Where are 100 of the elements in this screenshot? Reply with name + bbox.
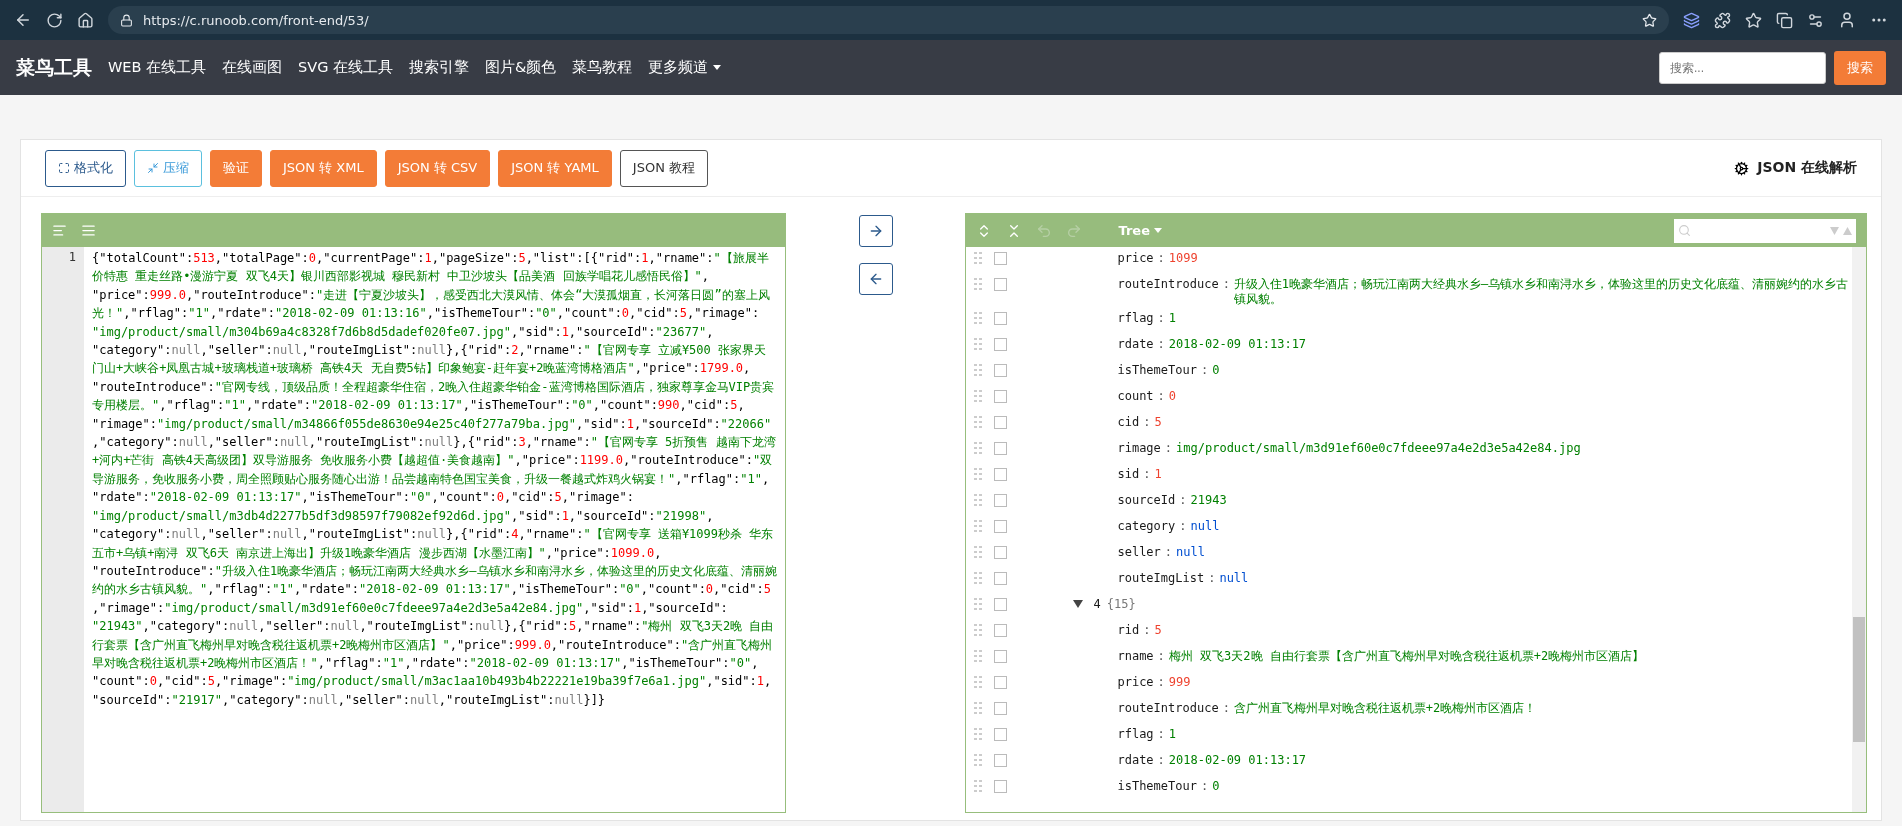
- address-bar[interactable]: https://c.runoob.com/front-end/53/: [108, 6, 1669, 34]
- drag-handle-icon[interactable]: [974, 780, 983, 792]
- nav-link[interactable]: 在线画图: [222, 58, 283, 77]
- context-menu-icon[interactable]: [994, 676, 1008, 689]
- tree-key: price: [1117, 675, 1154, 690]
- drag-handle-icon[interactable]: [974, 676, 983, 688]
- context-menu-icon[interactable]: [994, 598, 1008, 611]
- tree-value: 1: [1168, 727, 1177, 742]
- url-text: https://c.runoob.com/front-end/53/: [143, 12, 369, 28]
- tree-value: null: [1176, 545, 1205, 560]
- tree-value: 0: [1212, 779, 1220, 794]
- tree-value: 梅州 双飞3天2晚 自由行套票【含广州直飞梅州早对晚含税往返机票+2晚梅州市区酒店】: [1168, 649, 1645, 664]
- expand-triangle-icon[interactable]: [1073, 599, 1084, 609]
- drag-handle-icon[interactable]: [974, 520, 983, 532]
- drag-handle-icon[interactable]: [974, 364, 983, 376]
- extension-icon[interactable]: [1683, 11, 1700, 29]
- context-menu-icon[interactable]: [994, 546, 1008, 559]
- drag-handle-icon[interactable]: [974, 650, 983, 662]
- collections-icon[interactable]: [1776, 11, 1793, 29]
- favorite-icon[interactable]: [1642, 12, 1657, 28]
- drag-handle-icon[interactable]: [974, 312, 983, 324]
- context-menu-icon[interactable]: [994, 252, 1008, 265]
- profile-icon[interactable]: [1838, 11, 1856, 29]
- caret-icon: [1153, 228, 1162, 233]
- tree-key: routeImgList: [1117, 571, 1205, 586]
- key-separator: :: [1164, 441, 1173, 456]
- nav-link[interactable]: 菜鸟教程: [572, 58, 633, 77]
- tree-value: 0: [1168, 389, 1177, 404]
- tree-value: null: [1219, 571, 1249, 586]
- tree-key: rflag: [1117, 727, 1154, 742]
- drag-handle-icon[interactable]: [974, 598, 983, 610]
- drag-handle-icon[interactable]: [974, 416, 983, 428]
- context-menu-icon[interactable]: [994, 728, 1008, 741]
- back-icon[interactable]: [14, 11, 32, 29]
- context-menu-icon[interactable]: [994, 278, 1008, 291]
- scrollbar[interactable]: [1852, 247, 1866, 812]
- search-field[interactable]: 搜索...: [1659, 51, 1826, 84]
- tree-value: 2018-02-09 01:13:17: [1168, 753, 1307, 768]
- context-menu-icon[interactable]: [994, 780, 1008, 793]
- up-down-arrows-icon[interactable]: [1830, 226, 1852, 235]
- drag-handle-icon[interactable]: [974, 754, 983, 766]
- context-menu-icon[interactable]: [994, 650, 1008, 663]
- key-separator: :: [1200, 363, 1209, 378]
- context-menu-icon[interactable]: [994, 572, 1008, 585]
- context-menu-icon[interactable]: [994, 754, 1008, 767]
- redo-icon[interactable]: [1066, 222, 1083, 239]
- toolbar-button[interactable]: 格式化: [45, 149, 126, 187]
- site-logo[interactable]: 菜鸟工具: [16, 54, 92, 81]
- drag-handle-icon[interactable]: [974, 702, 983, 714]
- favorites-icon[interactable]: [1745, 11, 1762, 29]
- nav-link[interactable]: WEB 在线工具: [108, 58, 207, 77]
- key-separator: :: [1157, 727, 1165, 742]
- context-menu-icon[interactable]: [994, 312, 1008, 325]
- key-separator: :: [1157, 753, 1165, 768]
- context-menu-icon[interactable]: [994, 390, 1008, 403]
- refresh-icon[interactable]: [46, 11, 63, 29]
- compact-icon[interactable]: [81, 223, 96, 238]
- context-menu-icon[interactable]: [994, 442, 1008, 455]
- context-menu-icon[interactable]: [994, 702, 1008, 715]
- caret-icon: [713, 65, 722, 70]
- key-separator: :: [1200, 779, 1209, 794]
- drag-handle-icon[interactable]: [974, 468, 983, 480]
- tree-key: seller: [1117, 545, 1161, 560]
- drag-handle-icon[interactable]: [974, 546, 983, 558]
- drag-handle-icon[interactable]: [974, 728, 983, 740]
- nav-link[interactable]: SVG 在线工具: [298, 58, 394, 77]
- context-menu-icon[interactable]: [994, 624, 1008, 637]
- drag-handle-icon[interactable]: [974, 338, 983, 350]
- drag-handle-icon[interactable]: [974, 390, 983, 402]
- home-icon[interactable]: [77, 11, 94, 29]
- nav-link[interactable]: 图片&颜色: [485, 58, 557, 77]
- drag-handle-icon[interactable]: [974, 494, 983, 506]
- context-menu-icon[interactable]: [994, 520, 1008, 533]
- drag-handle-icon[interactable]: [974, 572, 983, 584]
- puzzle-icon[interactable]: [1714, 11, 1731, 29]
- context-menu-icon[interactable]: [994, 416, 1008, 429]
- copy-left-button[interactable]: [858, 263, 893, 295]
- tree-key: rflag: [1117, 311, 1154, 326]
- tree-value: 2018-02-09 01:13:17: [1168, 337, 1307, 352]
- context-menu-icon[interactable]: [994, 338, 1008, 351]
- sliders-icon[interactable]: [1807, 11, 1824, 29]
- code-text[interactable]: {"totalCount":513,"totalPage":0,"currentPage":1,"pageSize":5,"list":[{"rid":1,"rname":"【旅展半价特惠 重走丝路•漫游宁夏 双飞4天】银川西部影视城 穆民新村 中卫沙坡头【品美酒 回族学唱花儿感悟民俗】","price":999.0,"routeIntroduce":"走进【宁夏沙坡头】，感受西北大漠风情、体会“大漠孤烟直，长河落日圆”的塞上风光！","rflag":"1","rdate":"2018-02-09 01:13:16","isThemeTour":"0","count":0,"cid":5,"rimage":"img/product/small/m304b69a4c8328f7d6b8d5dadef020fe07.jpg","sid":1,"sourceId":"23677","category":null,"seller":null,"routeImgList":null},{"rid":2,"rname":"【官网专享 立减¥500 张家界天门山+大峡谷+凤凰古城+玻璃栈道+玻璃桥 高铁4天 无自费5钻】印象鲍宴-赶年宴+2晚蓝湾博格酒店","price":1799.0,"routeIntroduce":"官网专线，顶级品质！全程超豪华住宿，2晚入住超豪华铂金-蓝湾博格国际酒店，独家尊享金马VIP贵宾专用楼层。","rflag":"1","rdate":"2018-02-09 01:13:17","isThemeTour":"0","count":990,"cid":5,"rimage":"img/product/small/m34866f055de8630e94e25c40f277a79ba.jpg","sid":1,"sourceId":"22066","category":null,"seller":null,"routeImgList":null},{"rid":3,"rname":"【官网专享 5折预售 越南下龙湾+河内+芒街 高铁4天高级团】双导游服务 免收服务小费【越超值·美食越南】","price":1199.0,"routeIntroduce":"双导游服务，免收服务小费，周全照顾贴心服务随心出游！品尝越南特色国宝美食，升级一餐越式炸鸡火锅宴！","rflag":"1","rdate":"2018-02-09 01:13:17","isThemeTour":"0","count":0,"cid":5,"rimage":"img/product/small/m3db4d2277b5df3d98597f79082ef92d6d.jpg","sid":1,"sourceId":"21998","category":null,"seller":null,"routeImgList":null},{"rid":4,"rname":"【官网专享 送箱¥1099秒杀 华东五市+乌镇+南浔 双飞6天 南京进上海出】升级1晚豪华酒店 漫步西湖【水墨江南】","price":1099.0,"routeIntroduce":"升级入住1晚豪华酒店；畅玩江南两大经典水乡—乌镇水乡和南浔水乡，体验这里的历史文化底蕴、清丽婉约的水乡古镇风貌。","rflag":"1","rdate":"2018-02-09 01:13:17","isThemeTour":"0","count":0,"cid":5,"rimage":"img/product/small/m3d91ef60e0c7fdeee97a4e2d3e5a42e84.jpg","sid":1,"sourceId":"21943","category":null,"seller":null,"routeImgList":null},{"rid":5,"rname":"梅州 双飞3天2晚 自由行套票【含广州直飞梅州早对晚含税往返机票+2晚梅州市区酒店】","price":999.0,"routeIntroduce":"含广州直飞梅州早对晚含税往返机票+2晚梅州市区酒店！","rflag":"1","rdate":"2018-02-09 01:13:17","isThemeTour":"0","count":0,"cid":5,"rimage":"img/product/small/m3ac1aa10b493b4b22221e19ba39f7e6a1.jpg","sid":1,"sourceId":"21917","category":null,"seller":null,"routeImgList":null}]}: [84, 247, 785, 812]
- nav-link[interactable]: 搜索引擎: [409, 58, 470, 77]
- undo-icon[interactable]: [1036, 222, 1053, 239]
- format-icon[interactable]: [52, 223, 67, 238]
- nav-dropdown[interactable]: 更多频道: [648, 58, 722, 77]
- toolbar-button[interactable]: JSON 教程: [619, 149, 708, 187]
- copy-right-button[interactable]: [858, 215, 893, 247]
- tree-search-field[interactable]: [1674, 218, 1856, 243]
- drag-handle-icon[interactable]: [974, 442, 983, 454]
- context-menu-icon[interactable]: [994, 494, 1008, 507]
- drag-handle-icon[interactable]: [974, 252, 983, 264]
- search-icon: [1678, 224, 1691, 237]
- context-menu-icon[interactable]: [994, 364, 1008, 377]
- drag-handle-icon[interactable]: [974, 624, 983, 636]
- lock-icon: [120, 13, 133, 27]
- context-menu-icon[interactable]: [994, 468, 1008, 481]
- tree-key: count: [1117, 389, 1154, 404]
- tree-value: 含广州直飞梅州早对晚含税往返机票+2晚梅州市区酒店！: [1233, 701, 1537, 716]
- drag-handle-icon[interactable]: [974, 278, 983, 290]
